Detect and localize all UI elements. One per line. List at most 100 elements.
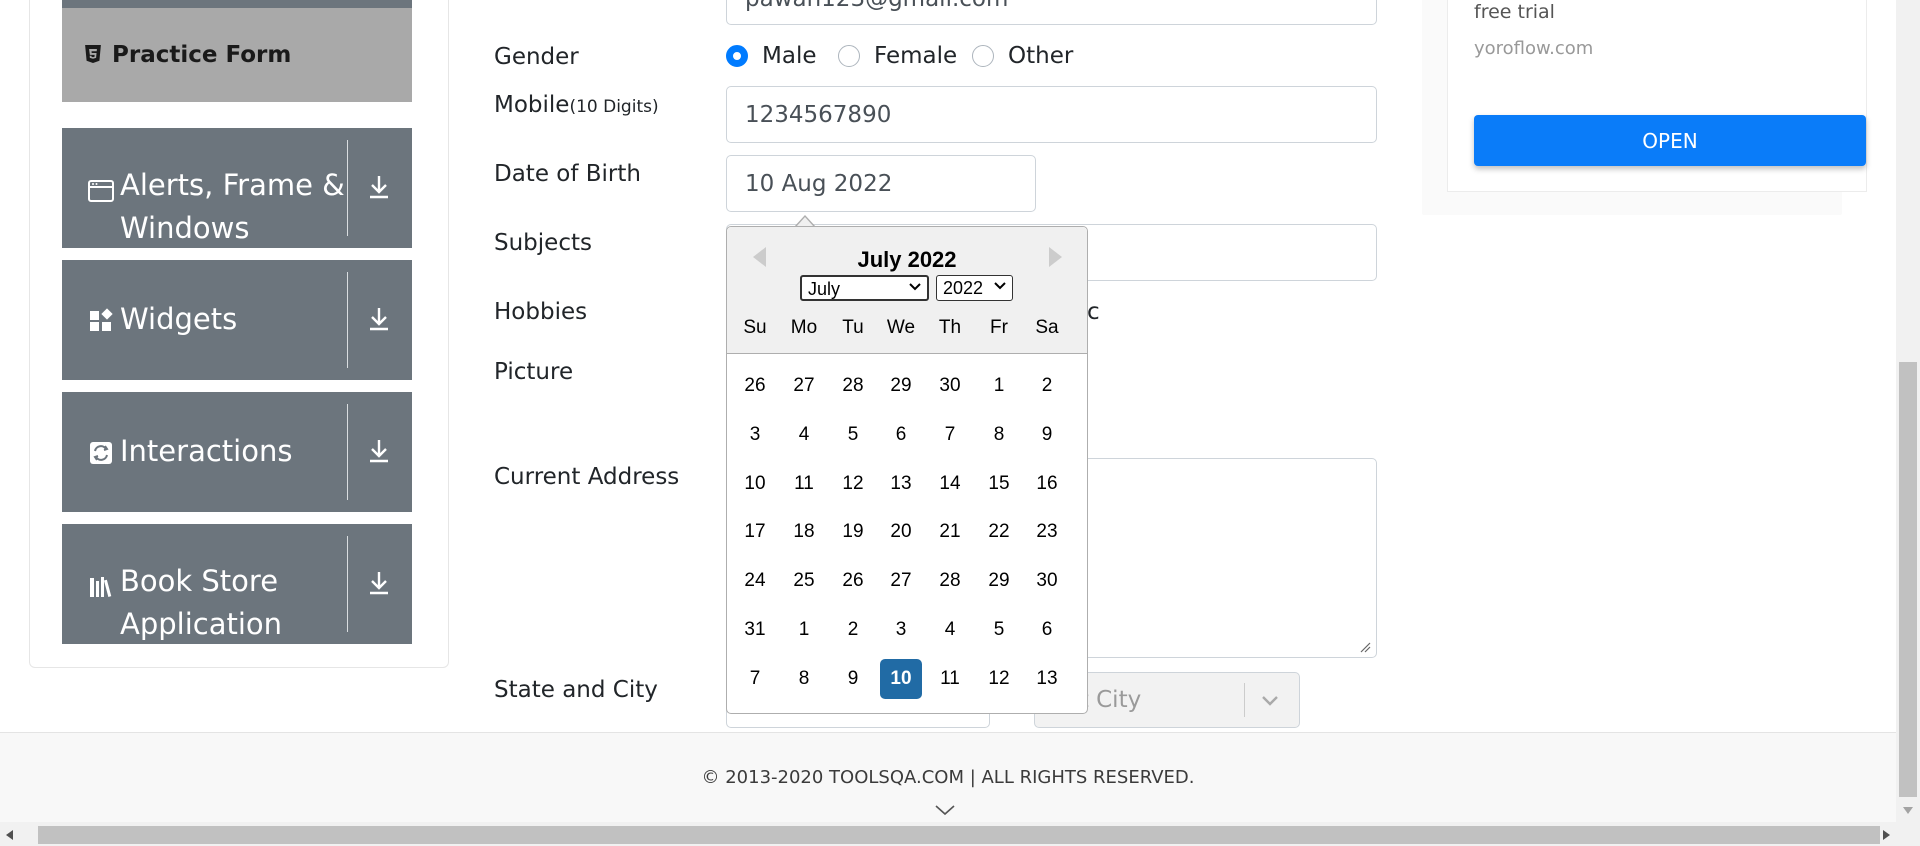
- weekday-header: Fr: [990, 317, 1008, 338]
- hobby-music-label-partial[interactable]: c: [1087, 299, 1100, 325]
- calendar-day[interactable]: 27: [880, 561, 922, 601]
- radio-button[interactable]: [838, 45, 860, 67]
- radio-button[interactable]: [972, 45, 994, 67]
- calendar-day-selected[interactable]: 10: [880, 658, 922, 699]
- resize-handle-icon[interactable]: [1359, 641, 1371, 653]
- calendar-day[interactable]: 11: [783, 464, 825, 504]
- sidebar-group-widgets[interactable]: Widgets: [62, 260, 412, 380]
- current-address-label: Current Address: [494, 464, 680, 490]
- calendar-day[interactable]: 27: [783, 366, 825, 406]
- calendar-day[interactable]: 14: [929, 464, 971, 504]
- calendar-day[interactable]: 4: [929, 610, 971, 650]
- calendar-day[interactable]: 28: [832, 366, 874, 406]
- calendar-day[interactable]: 16: [1026, 464, 1068, 504]
- mobile-input[interactable]: 1234567890: [726, 86, 1377, 143]
- datepicker-header: July 2022 July 2022 Su Mo Tu We Th Fr Sa: [727, 227, 1087, 354]
- radio-button[interactable]: [726, 45, 748, 67]
- download-icon[interactable]: [367, 174, 391, 200]
- mobile-label-text: Mobile: [494, 92, 570, 118]
- calendar-day[interactable]: 1: [783, 610, 825, 650]
- calendar-day[interactable]: 25: [783, 561, 825, 601]
- scroll-left-arrow-icon[interactable]: [4, 828, 16, 842]
- email-value: pawan123@gmail.com: [745, 0, 1008, 12]
- radio-label: Female: [874, 43, 958, 69]
- calendar-day[interactable]: 8: [783, 659, 825, 699]
- calendar-day[interactable]: 23: [1026, 512, 1068, 552]
- ad-open-button[interactable]: OPEN: [1474, 115, 1866, 166]
- weekday-header: Su: [743, 317, 767, 338]
- calendar-day[interactable]: 12: [978, 659, 1020, 699]
- scroll-right-arrow-icon[interactable]: [1880, 828, 1892, 842]
- divider: [347, 272, 348, 368]
- calendar-day[interactable]: 2: [832, 610, 874, 650]
- calendar-day[interactable]: 31: [734, 610, 776, 650]
- calendar-day[interactable]: 3: [880, 610, 922, 650]
- chevron-down-icon[interactable]: [934, 803, 956, 817]
- radio-label: Other: [1008, 43, 1074, 69]
- gender-radio-female[interactable]: Female: [838, 43, 957, 69]
- calendar-day[interactable]: 30: [1026, 561, 1068, 601]
- calendar-day[interactable]: 22: [978, 512, 1020, 552]
- calendar-day[interactable]: 1: [978, 366, 1020, 406]
- download-icon[interactable]: [367, 306, 391, 332]
- picture-label: Picture: [494, 359, 574, 385]
- calendar-day[interactable]: 19: [832, 512, 874, 552]
- calendar-day[interactable]: 6: [880, 415, 922, 455]
- calendar-day[interactable]: 15: [978, 464, 1020, 504]
- ad-domain[interactable]: yoroflow.com: [1474, 38, 1593, 59]
- sidebar-group-title: Windows: [120, 211, 250, 245]
- sidebar-group-alerts-frame-windows[interactable]: Alerts, Frame & Windows: [62, 128, 412, 248]
- state-city-label: State and City: [494, 677, 658, 703]
- calendar-day[interactable]: 20: [880, 512, 922, 552]
- calendar-day[interactable]: 6: [1026, 610, 1068, 650]
- download-icon[interactable]: [367, 438, 391, 464]
- calendar-day[interactable]: 5: [832, 415, 874, 455]
- calendar-day[interactable]: 2: [1026, 366, 1068, 406]
- chevron-down-icon: [994, 282, 1006, 290]
- date-of-birth-input[interactable]: 10 Aug 2022: [726, 155, 1036, 212]
- next-month-button[interactable]: [1049, 247, 1062, 267]
- calendar-day[interactable]: 28: [929, 561, 971, 601]
- sidebar-item-practice-form[interactable]: Practice Form: [62, 0, 412, 102]
- horizontal-scrollbar-thumb[interactable]: [38, 826, 1880, 844]
- calendar-day[interactable]: 7: [929, 415, 971, 455]
- month-select[interactable]: July: [800, 275, 929, 301]
- download-icon[interactable]: [367, 570, 391, 596]
- sidebar-group-book-store[interactable]: Book Store Application: [62, 524, 412, 644]
- calendar-day[interactable]: 30: [929, 366, 971, 406]
- weekday-header: We: [886, 317, 916, 338]
- divider: [347, 404, 348, 500]
- calendar-day[interactable]: 26: [734, 366, 776, 406]
- calendar-day[interactable]: 10: [734, 464, 776, 504]
- gender-radio-other[interactable]: Other: [972, 43, 1073, 69]
- calendar-day[interactable]: 21: [929, 512, 971, 552]
- calendar-day[interactable]: 7: [734, 659, 776, 699]
- sidebar-group-interactions[interactable]: Interactions: [62, 392, 412, 512]
- calendar-day[interactable]: 29: [880, 366, 922, 406]
- dob-label: Date of Birth: [494, 161, 641, 187]
- calendar-day[interactable]: 3: [734, 415, 776, 455]
- email-field[interactable]: pawan123@gmail.com: [726, 0, 1377, 25]
- calendar-day[interactable]: 13: [880, 464, 922, 504]
- scroll-down-arrow-icon[interactable]: [1901, 804, 1915, 816]
- datepicker-month-title: July 2022: [857, 247, 957, 272]
- gender-radio-male[interactable]: Male: [726, 43, 816, 69]
- calendar-day[interactable]: 9: [1026, 415, 1068, 455]
- calendar-day[interactable]: 26: [832, 561, 874, 601]
- calendar-day[interactable]: 18: [783, 512, 825, 552]
- sidebar-group-title: Alerts, Frame &: [120, 168, 345, 202]
- sidebar-group-title: Widgets: [120, 302, 238, 336]
- calendar-day[interactable]: 11: [929, 659, 971, 699]
- calendar-day[interactable]: 29: [978, 561, 1020, 601]
- vertical-scrollbar-thumb[interactable]: [1899, 362, 1917, 797]
- calendar-day[interactable]: 24: [734, 561, 776, 601]
- calendar-day[interactable]: 4: [783, 415, 825, 455]
- calendar-day[interactable]: 9: [832, 659, 874, 699]
- chevron-down-icon[interactable]: [1260, 691, 1280, 709]
- calendar-day[interactable]: 12: [832, 464, 874, 504]
- year-select[interactable]: 2022: [936, 275, 1013, 301]
- calendar-day[interactable]: 17: [734, 512, 776, 552]
- calendar-day[interactable]: 5: [978, 610, 1020, 650]
- calendar-day[interactable]: 13: [1026, 659, 1068, 699]
- calendar-day[interactable]: 8: [978, 415, 1020, 455]
